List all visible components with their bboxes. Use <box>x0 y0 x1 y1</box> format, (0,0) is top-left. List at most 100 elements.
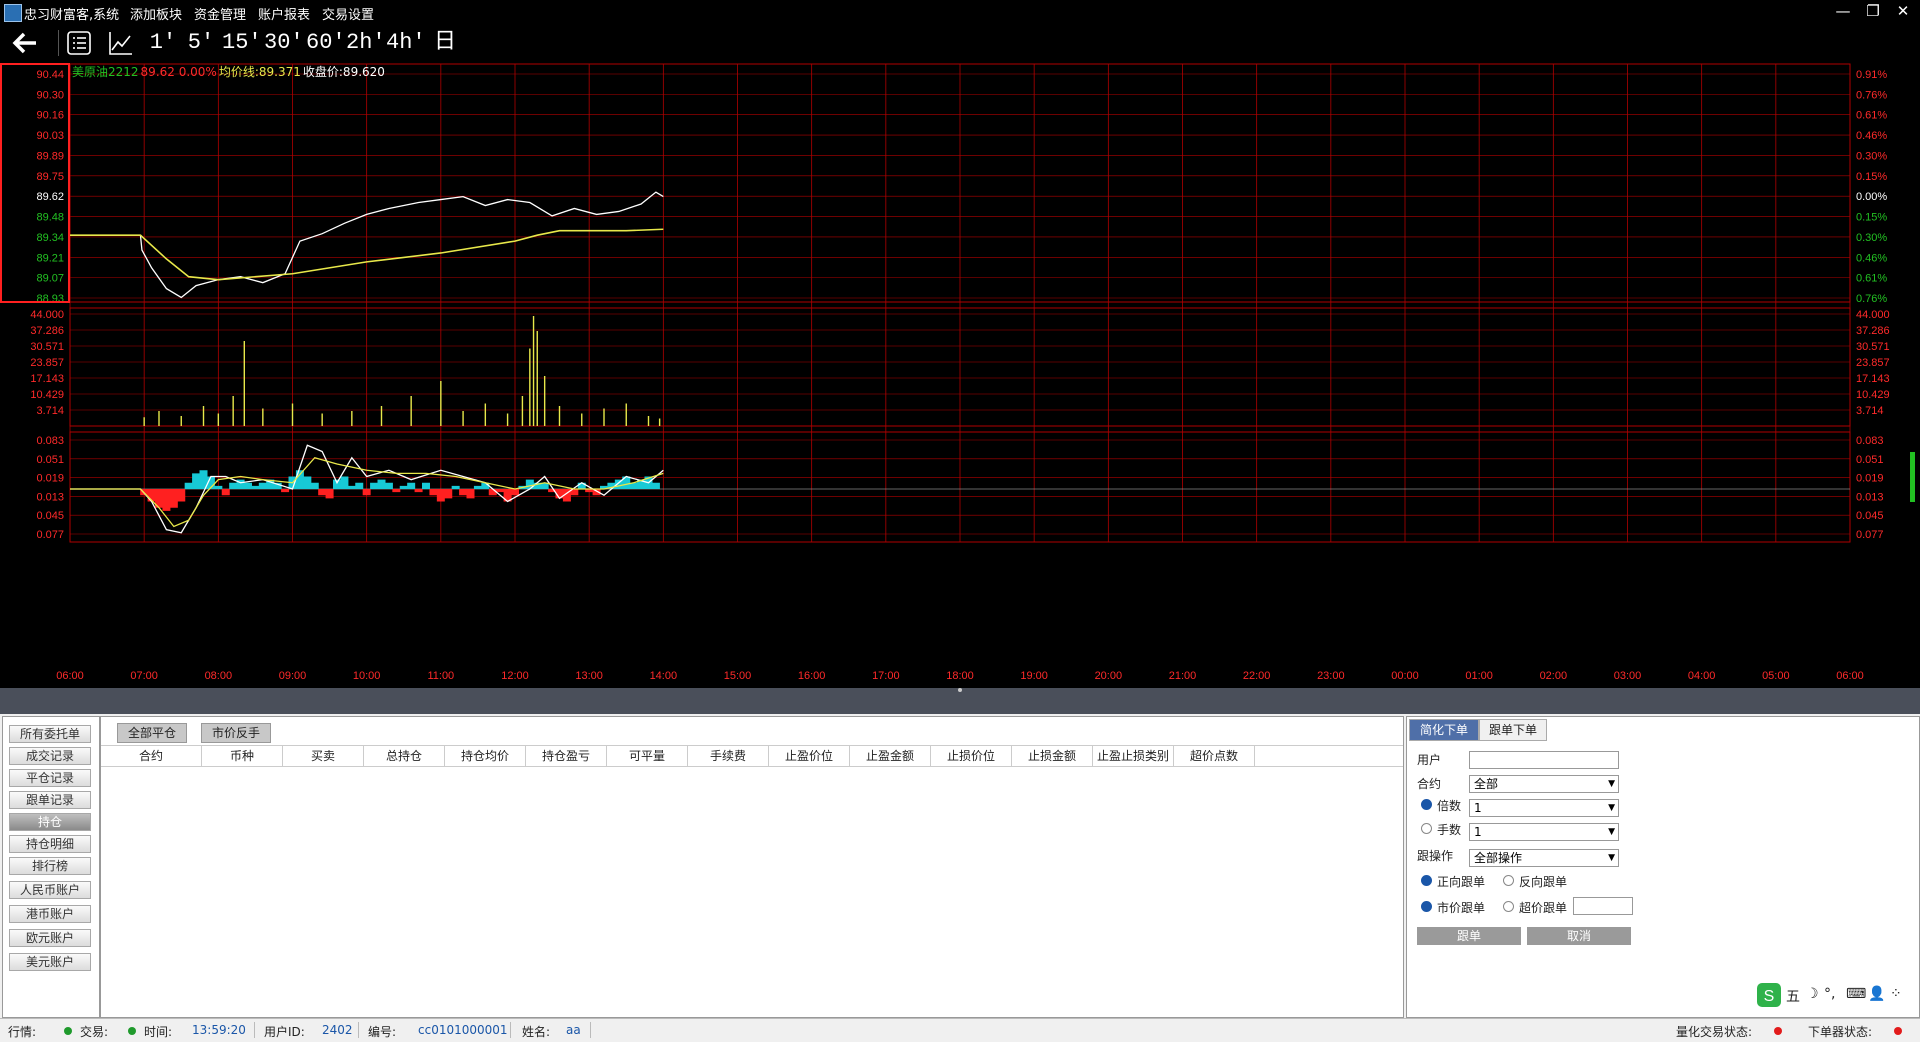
col-avg-price[interactable]: 持仓均价 <box>445 746 526 766</box>
quant-status-label: 量化交易状态: <box>1676 1025 1753 1039</box>
keyboard-icon[interactable]: ⌨ <box>1846 986 1866 1002</box>
sogou-icon[interactable]: S <box>1756 982 1782 1008</box>
macd-histogram-bar <box>229 482 238 489</box>
macd-histogram-bar <box>318 489 327 496</box>
minimize-button[interactable]: — <box>1828 0 1858 24</box>
cancel-button[interactable]: 取消 <box>1527 927 1631 945</box>
restore-button[interactable]: ❐ <box>1858 0 1888 24</box>
line-chart-icon[interactable] <box>108 30 134 56</box>
col-total-position[interactable]: 总持仓 <box>364 746 445 766</box>
col-tp-price[interactable]: 止盈价位 <box>769 746 850 766</box>
follow-op-select[interactable]: 全部操作 ▼ <box>1469 849 1619 867</box>
nav-all-orders[interactable]: 所有委托单 <box>9 725 91 743</box>
splitter-grip[interactable] <box>958 688 962 692</box>
nav-trade-records[interactable]: 成交记录 <box>9 747 91 765</box>
market-reverse-button[interactable]: 市价反手 <box>201 723 271 743</box>
col-closable[interactable]: 可平量 <box>607 746 688 766</box>
over-price-follow-radio[interactable] <box>1503 901 1514 912</box>
col-side[interactable]: 买卖 <box>283 746 364 766</box>
name-label: 姓名: <box>522 1025 551 1039</box>
over-price-input[interactable] <box>1573 897 1633 915</box>
col-sl-amount[interactable]: 止损金额 <box>1012 746 1093 766</box>
user-input[interactable] <box>1469 751 1619 769</box>
volume-tick-label: 17.143 <box>30 373 64 385</box>
price-tick-label: 90.44 <box>36 69 64 81</box>
volume-tick-label: 44.000 <box>1856 309 1890 321</box>
tab-simple-order[interactable]: 简化下单 <box>1409 719 1479 741</box>
nav-close-records[interactable]: 平仓记录 <box>9 769 91 787</box>
nav-rmb-account[interactable]: 人民币账户 <box>9 881 91 899</box>
nav-hkd-account[interactable]: 港币账户 <box>9 905 91 923</box>
macd-histogram-bar <box>347 485 356 489</box>
macd-histogram-bar <box>459 489 468 496</box>
follow-button[interactable]: 跟单 <box>1417 927 1521 945</box>
nav-position-details[interactable]: 持仓明细 <box>9 835 91 853</box>
menu-account-report[interactable]: 账户报表 <box>258 4 310 23</box>
col-currency[interactable]: 币种 <box>202 746 283 766</box>
close-all-button[interactable]: 全部平仓 <box>117 723 187 743</box>
back-arrow-icon[interactable] <box>10 30 40 56</box>
col-tp-sl-type[interactable]: 止盈止损类别 <box>1093 746 1174 766</box>
trade-status-label: 交易: <box>80 1025 109 1039</box>
period-2h[interactable]: 2h' <box>346 28 386 58</box>
price-tick-label: 90.16 <box>36 110 64 122</box>
list-icon[interactable] <box>66 30 92 56</box>
nav-follow-records[interactable]: 跟单记录 <box>9 791 91 809</box>
punctuation-icon[interactable]: °, <box>1824 986 1835 1002</box>
period-4h[interactable]: 4h' <box>386 28 426 58</box>
market-follow-radio[interactable] <box>1421 901 1432 912</box>
col-over-points[interactable]: 超价点数 <box>1174 746 1255 766</box>
menu-trade-settings[interactable]: 交易设置 <box>322 4 374 23</box>
market-status-dot <box>64 1027 72 1035</box>
period-day[interactable]: 日 <box>430 28 460 58</box>
time-tick-label: 10:00 <box>353 670 381 682</box>
tab-follow-order[interactable]: 跟单下单 <box>1479 719 1547 741</box>
macd-histogram-bar <box>444 489 453 499</box>
volume-tick-label: 23.857 <box>30 357 64 369</box>
col-contract[interactable]: 合约 <box>101 746 202 766</box>
scroll-indicator <box>1910 452 1915 502</box>
macd-histogram-bar <box>525 479 534 489</box>
forward-follow-radio[interactable] <box>1421 875 1432 886</box>
grid-icon[interactable]: ⁘ <box>1890 986 1902 1002</box>
ime-toolbar: S 五 ☽ °, ⌨ 👤 ⁘ <box>1756 982 1916 1010</box>
volume-tick-label: 23.857 <box>1856 357 1890 369</box>
menu-add-board[interactable]: 添加板块 <box>130 4 182 23</box>
panel-splitter[interactable] <box>0 688 1920 714</box>
lots-radio[interactable] <box>1421 823 1432 834</box>
contract-select[interactable]: 全部 ▼ <box>1469 775 1619 793</box>
macd-histogram-bar <box>377 479 386 489</box>
col-pnl[interactable]: 持仓盈亏 <box>526 746 607 766</box>
user-icon[interactable]: 👤 <box>1868 986 1885 1002</box>
col-sl-price[interactable]: 止损价位 <box>931 746 1012 766</box>
nav-usd-account[interactable]: 美元账户 <box>9 953 91 971</box>
moon-icon[interactable]: ☽ <box>1806 986 1819 1002</box>
period-15min[interactable]: 15' <box>222 28 262 58</box>
reverse-follow-radio[interactable] <box>1503 875 1514 886</box>
period-60min[interactable]: 60' <box>306 28 346 58</box>
time-tick-label: 07:00 <box>130 670 158 682</box>
price-tick-label: 89.89 <box>36 150 64 162</box>
ime-mode-label[interactable]: 五 <box>1786 986 1800 1006</box>
period-5min[interactable]: 5' <box>186 28 216 58</box>
macd-histogram-bar <box>466 489 475 499</box>
period-1min[interactable]: 1' <box>148 28 178 58</box>
percent-tick-label: 0.61% <box>1856 273 1887 285</box>
price-tick-label: 89.75 <box>36 171 64 183</box>
col-fee[interactable]: 手续费 <box>688 746 769 766</box>
multiplier-select[interactable]: 1 ▼ <box>1469 799 1619 817</box>
nav-leaderboard[interactable]: 排行榜 <box>9 857 91 875</box>
lots-select[interactable]: 1 ▼ <box>1469 823 1619 841</box>
multiplier-radio[interactable] <box>1421 799 1432 810</box>
macd-histogram-bar <box>325 489 334 499</box>
col-tp-amount[interactable]: 止盈金额 <box>850 746 931 766</box>
contract-label: 合约 <box>1417 777 1442 791</box>
time-tick-label: 09:00 <box>279 670 307 682</box>
intraday-chart[interactable]: 90.44 0.91% 90.30 0.76% 90.16 0.61% 90.03 0.46%… <box>0 62 1920 688</box>
close-button[interactable]: ✕ <box>1888 0 1918 24</box>
nav-eur-account[interactable]: 欧元账户 <box>9 929 91 947</box>
period-30min[interactable]: 30' <box>264 28 304 58</box>
nav-positions[interactable]: 持仓 <box>9 813 91 831</box>
chart-area[interactable]: 90.44 0.91% 90.30 0.76% 90.16 0.61% 90.03 0.46%… <box>0 62 1920 688</box>
menu-fund-management[interactable]: 资金管理 <box>194 4 246 23</box>
